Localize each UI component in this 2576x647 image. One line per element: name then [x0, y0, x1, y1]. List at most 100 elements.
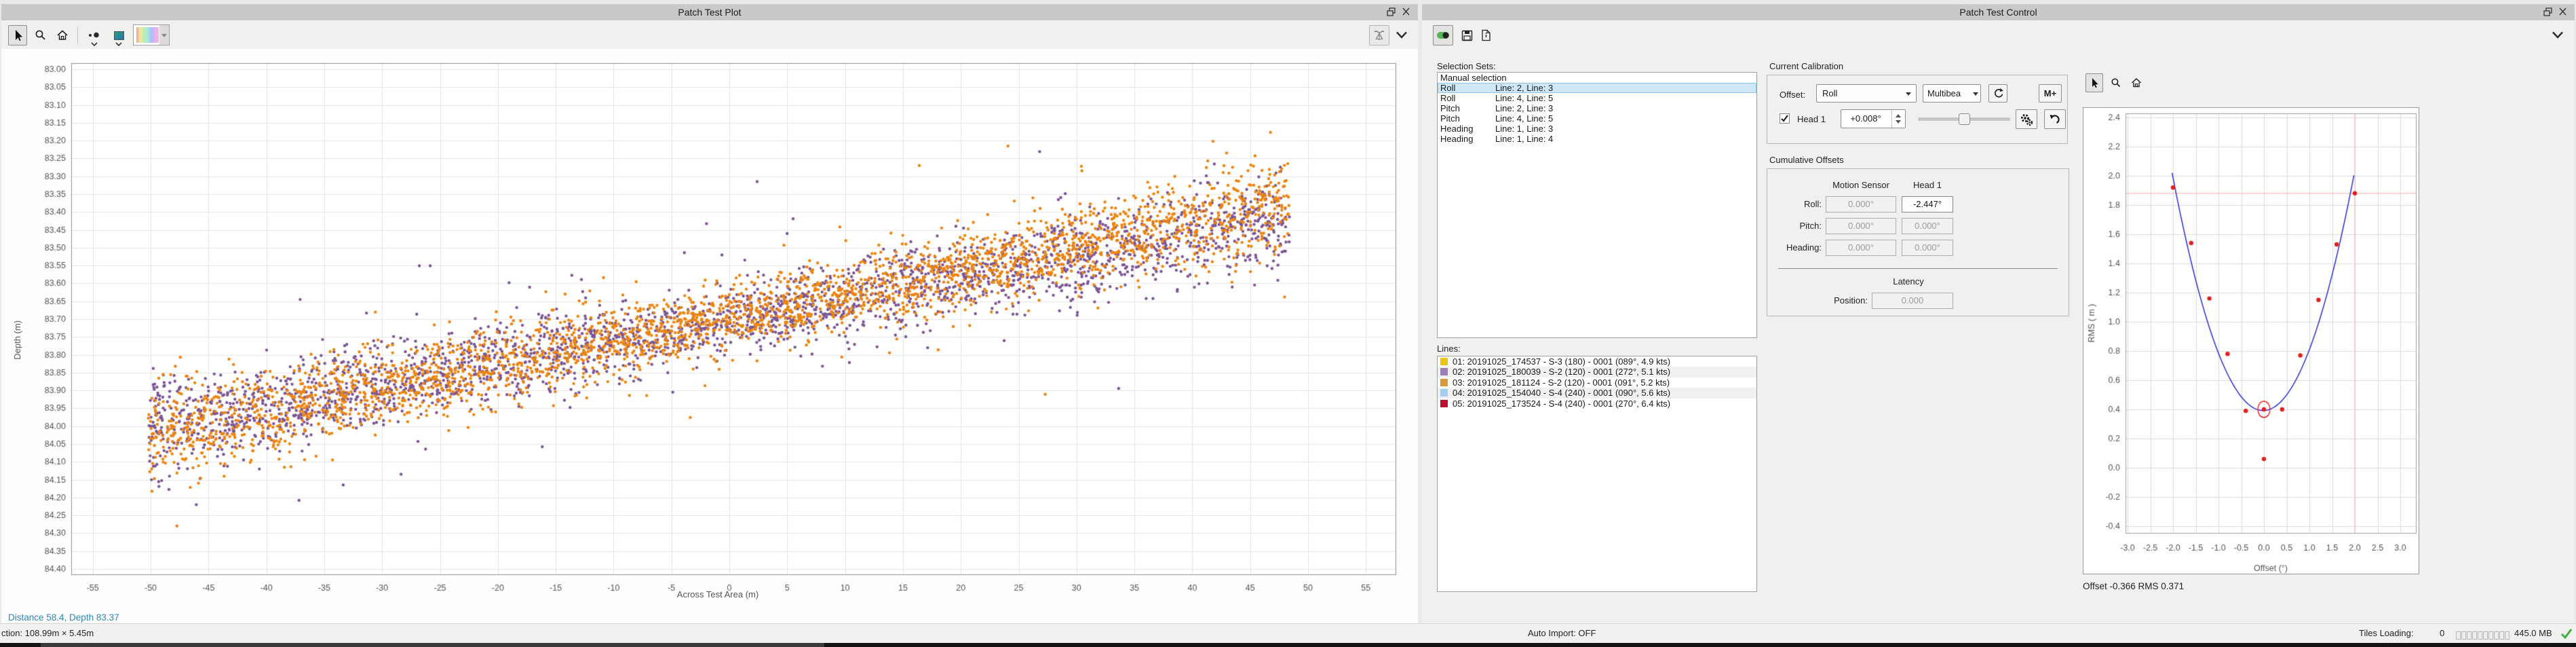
heading-motion-field: 0.000°: [1826, 240, 1896, 256]
roll-row-label: Roll:: [1767, 196, 1822, 212]
undo-button[interactable]: [2044, 109, 2066, 129]
selection-sets-list[interactable]: Manual selectionRollLine: 2, Line: 3Roll…: [1437, 72, 1757, 338]
close-icon[interactable]: [2557, 7, 2569, 18]
colormap-select[interactable]: [133, 24, 170, 45]
rms-select-tool-button[interactable]: [2085, 73, 2103, 92]
sonar-value: Multibea: [1927, 85, 1961, 102]
cursor-icon: [12, 29, 23, 41]
refresh-button[interactable]: [1988, 84, 2007, 103]
line-row[interactable]: 05: 20191025_173524 - S-4 (240) - 0001 (…: [1438, 399, 1756, 409]
lines-list[interactable]: 01: 20191025_174537 - S-3 (180) - 0001 (…: [1437, 356, 1757, 592]
settings-button[interactable]: [2016, 109, 2037, 129]
toggle-on-icon: [1436, 31, 1450, 39]
latency-heading: Latency: [1893, 276, 1924, 286]
control-titlebar[interactable]: Patch Test Control: [1422, 4, 2575, 20]
rms-plot-canvas[interactable]: [2083, 108, 2419, 574]
status-ok-check-icon[interactable]: [2560, 628, 2573, 640]
zoom-tool-button[interactable]: [31, 25, 50, 45]
control-options-button[interactable]: [2550, 25, 2566, 45]
pitch-head1-field: 0.000°: [1902, 218, 1953, 234]
current-calibration-heading: Current Calibration: [1769, 61, 1843, 71]
head1-checkbox-label: Head 1: [1797, 114, 1826, 124]
plot-toolbar: [1, 20, 1418, 50]
divider: [1778, 268, 2058, 269]
line-row[interactable]: 04: 20191025_154040 - S-4 (240) - 0001 (…: [1438, 388, 1756, 398]
chevron-down-icon: [2552, 31, 2564, 40]
offset-slider-handle[interactable]: [1959, 113, 1970, 125]
select-tool-button[interactable]: [8, 25, 27, 45]
pitch-row-label: Pitch:: [1767, 218, 1822, 234]
cumulative-offsets-group: Motion Sensor Head 1 Roll: 0.000° -2.447…: [1767, 168, 2069, 316]
chevron-down-icon: [91, 42, 98, 46]
magnifier-icon: [2111, 77, 2121, 88]
head1-checkbox[interactable]: [1780, 113, 1790, 124]
refresh-icon: [1993, 88, 2004, 99]
depth-scatter-canvas[interactable]: [1, 49, 1418, 627]
spin-up-icon[interactable]: [1896, 114, 1901, 117]
close-icon[interactable]: [1400, 7, 1412, 18]
line-row[interactable]: 02: 20191025_180039 - S-2 (120) - 0001 (…: [1438, 367, 1756, 377]
head1-column-header: Head 1: [1902, 180, 1953, 190]
head1-offset-spinbox[interactable]: +0.008°: [1841, 109, 1906, 128]
pitch-motion-field: 0.000°: [1826, 218, 1896, 234]
chevron-down-icon: [115, 42, 122, 46]
m-plus-button[interactable]: M+: [2039, 84, 2062, 103]
rms-plot-panel: [2083, 107, 2419, 574]
floppy-disk-icon: [1461, 30, 1473, 41]
tiles-loading-count: 0: [2440, 624, 2444, 643]
position-latency-field: 0.000: [1872, 293, 1953, 309]
check-icon: [1780, 114, 1789, 123]
auto-import-status: Auto Import: OFF: [1528, 624, 1596, 643]
line-row[interactable]: 03: 20191025_181124 - S-2 (120) - 0001 (…: [1438, 377, 1756, 388]
chevron-down-icon: [161, 34, 167, 37]
motion-sensor-column-header: Motion Sensor: [1826, 180, 1896, 190]
line-row[interactable]: 01: 20191025_174537 - S-3 (180) - 0001 (…: [1438, 356, 1756, 367]
selection-set-row[interactable]: HeadingLine: 1, Line: 3: [1438, 124, 1756, 134]
plot-titlebar[interactable]: Patch Test Plot: [1, 4, 1418, 20]
point-size-button[interactable]: [84, 25, 104, 45]
rms-zoom-tool-button[interactable]: [2107, 73, 2125, 92]
y-axis-title: Depth (m): [12, 320, 22, 360]
line-color-swatch: [1440, 379, 1448, 386]
auto-solve-toggle-button[interactable]: [1433, 25, 1453, 45]
swath-icon: [1372, 29, 1386, 42]
color-mode-button[interactable]: [109, 25, 129, 45]
selection-set-row[interactable]: PitchLine: 2, Line: 3: [1438, 103, 1756, 113]
rms-home-view-button[interactable]: [2128, 73, 2145, 92]
home-icon: [2131, 77, 2142, 88]
head1-offset-value: +0.008°: [1841, 110, 1890, 128]
sonar-select[interactable]: Multibea: [1923, 84, 1981, 103]
rms-result-readout: Offset -0.366 RMS 0.371: [2083, 581, 2184, 591]
color-swatch-icon: [114, 31, 124, 40]
save-button[interactable]: [1457, 25, 1476, 45]
spin-down-icon[interactable]: [1896, 120, 1901, 124]
undo-icon: [2049, 113, 2061, 125]
offset-type-select[interactable]: Roll: [1816, 84, 1917, 103]
selection-set-row[interactable]: Manual selection: [1438, 73, 1756, 83]
cursor-readout: Distance 58.4, Depth 83.37: [8, 612, 119, 623]
cumulative-offsets-heading: Cumulative Offsets: [1769, 155, 1844, 165]
gears-icon: [2020, 113, 2033, 126]
line-color-swatch: [1440, 389, 1448, 396]
offset-slider[interactable]: [1918, 117, 2010, 121]
bottom-strip: [0, 643, 2576, 647]
chevron-down-icon: [1973, 92, 1978, 96]
swath-display-button[interactable]: [1369, 25, 1389, 45]
selection-set-row[interactable]: PitchLine: 4, Line: 5: [1438, 113, 1756, 124]
selection-set-row[interactable]: RollLine: 2, Line: 3: [1438, 83, 1756, 93]
selection-sets-label: Selection Sets:: [1437, 61, 1496, 71]
selection-set-row[interactable]: RollLine: 4, Line: 5: [1438, 93, 1756, 103]
float-window-icon[interactable]: [2542, 7, 2554, 18]
current-calibration-group: Offset: Roll Multibea M+ Head 1 +0.008°: [1767, 75, 2068, 144]
rainbow-colormap-icon: [136, 27, 159, 43]
home-view-button[interactable]: [53, 25, 72, 45]
status-bar: ction: 108.99m × 5.45m Auto Import: OFF …: [0, 623, 2576, 643]
roll-head1-field: -2.447°: [1902, 196, 1953, 212]
report-button[interactable]: [1476, 25, 1495, 45]
float-window-icon[interactable]: [1385, 7, 1398, 18]
memory-usage: 445.0 MB: [2514, 624, 2552, 643]
chevron-down-icon: [1906, 92, 1911, 96]
selection-set-row[interactable]: HeadingLine: 1, Line: 4: [1438, 134, 1756, 144]
plot-canvas-area: Across Test Area (m) Depth (m) Distance …: [1, 49, 1418, 623]
plot-options-button[interactable]: [1393, 25, 1410, 45]
